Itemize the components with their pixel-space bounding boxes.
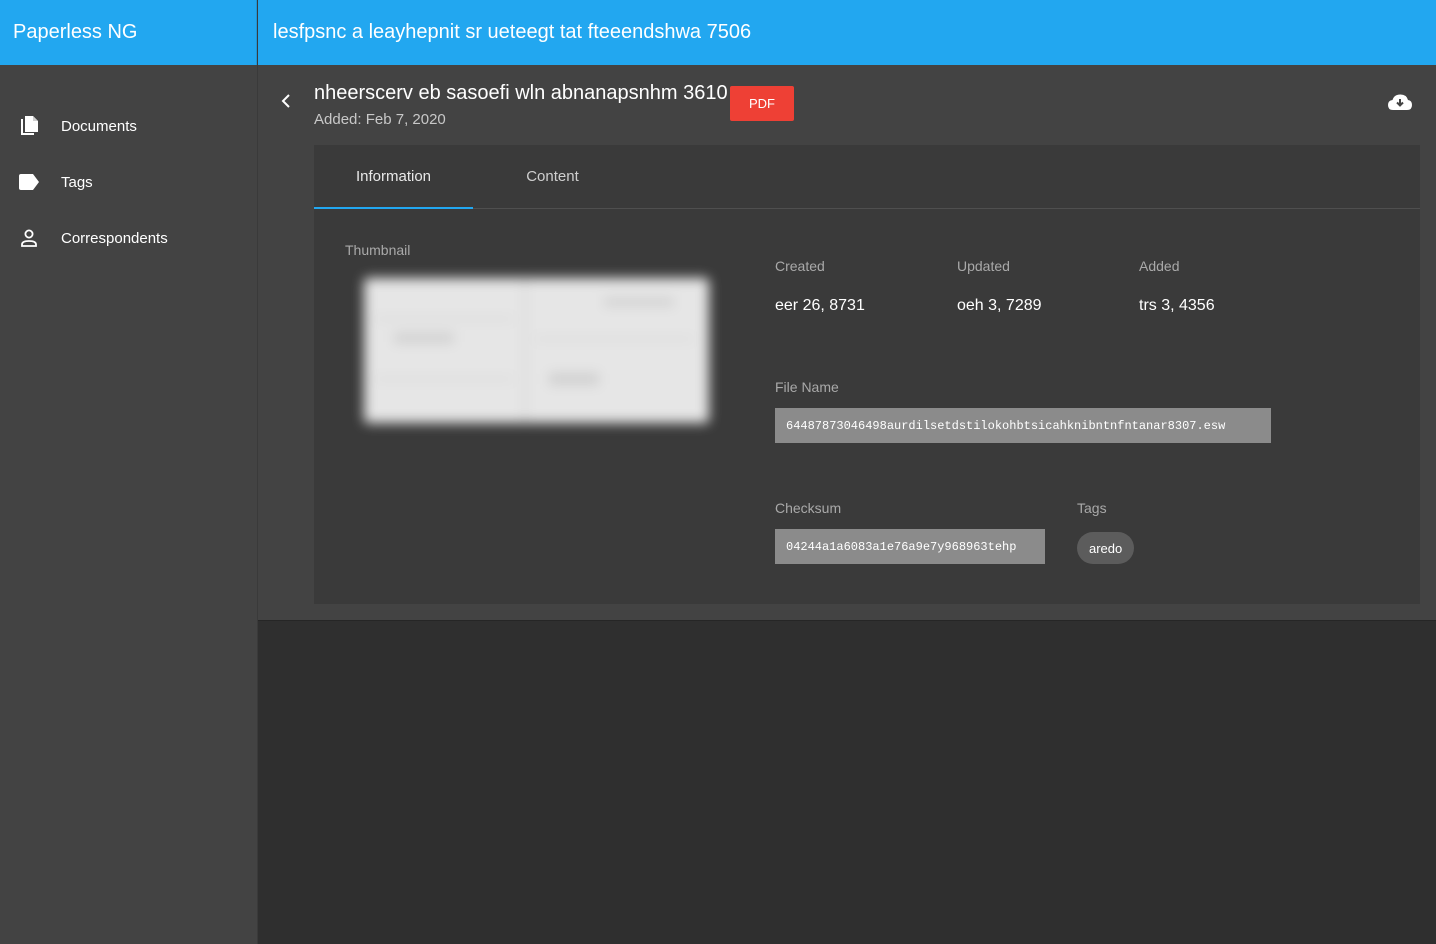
created-value: eer 26, 8731 xyxy=(775,297,865,314)
sidebar-item-label: Documents xyxy=(61,117,137,135)
documents-icon xyxy=(18,115,40,137)
tag-chip[interactable]: aredo xyxy=(1077,532,1135,564)
download-button[interactable] xyxy=(1386,93,1414,115)
sidebar-item-correspondents[interactable]: Correspondents xyxy=(0,210,257,266)
added-value: trs 3, 4356 xyxy=(1139,297,1215,314)
document-added-date: Added: Feb 7, 2020 xyxy=(314,111,446,128)
document-thumbnail[interactable] xyxy=(364,278,709,423)
tag-icon xyxy=(18,171,40,193)
brand-title[interactable]: Paperless NG xyxy=(0,0,257,65)
chevron-left-icon xyxy=(281,93,291,113)
file-type-badge: PDF xyxy=(730,86,794,121)
person-icon xyxy=(18,227,40,249)
created-label: Created xyxy=(775,258,825,274)
updated-label: Updated xyxy=(957,258,1010,274)
tab-information[interactable]: Information xyxy=(314,145,473,209)
filename-label: File Name xyxy=(775,379,839,395)
checksum-label: Checksum xyxy=(775,500,842,516)
filename-value: 64487873046498aurdilsetdstilokohbtsicahk… xyxy=(775,408,1271,443)
sidebar: Paperless NG Documents Tags Corresponden… xyxy=(0,0,258,944)
cloud-download-icon xyxy=(1387,93,1413,116)
sidebar-item-tags[interactable]: Tags xyxy=(0,154,257,210)
tab-content[interactable]: Content xyxy=(473,145,632,208)
topbar: lesfpsnc a leayhepnit sr ueteegt tat fte… xyxy=(258,0,1436,65)
checksum-value: 04244a1a6083a1e76a9e7y968963tehp xyxy=(775,529,1045,564)
app-root: Paperless NG Documents Tags Corresponden… xyxy=(0,0,1436,944)
tab-bar: Information Content xyxy=(314,145,1420,209)
updated-value: oeh 3, 7289 xyxy=(957,297,1042,314)
sidebar-nav: Documents Tags Correspondents xyxy=(0,65,257,266)
tags-label: Tags xyxy=(1077,500,1107,516)
document-title: nheerscerv eb sasoefi wln abnanapsnhm 36… xyxy=(314,82,728,104)
added-label: Added xyxy=(1139,258,1180,274)
document-detail: nheerscerv eb sasoefi wln abnanapsnhm 36… xyxy=(258,65,1436,621)
sidebar-item-label: Correspondents xyxy=(61,229,168,247)
sidebar-item-documents[interactable]: Documents xyxy=(0,98,257,154)
sidebar-item-label: Tags xyxy=(61,173,93,191)
topbar-title: lesfpsnc a leayhepnit sr ueteegt tat fte… xyxy=(273,21,752,43)
thumbnail-label: Thumbnail xyxy=(345,242,411,258)
document-info-card: Information Content Thumbnail Created ee… xyxy=(314,145,1420,604)
back-button[interactable] xyxy=(276,93,296,113)
